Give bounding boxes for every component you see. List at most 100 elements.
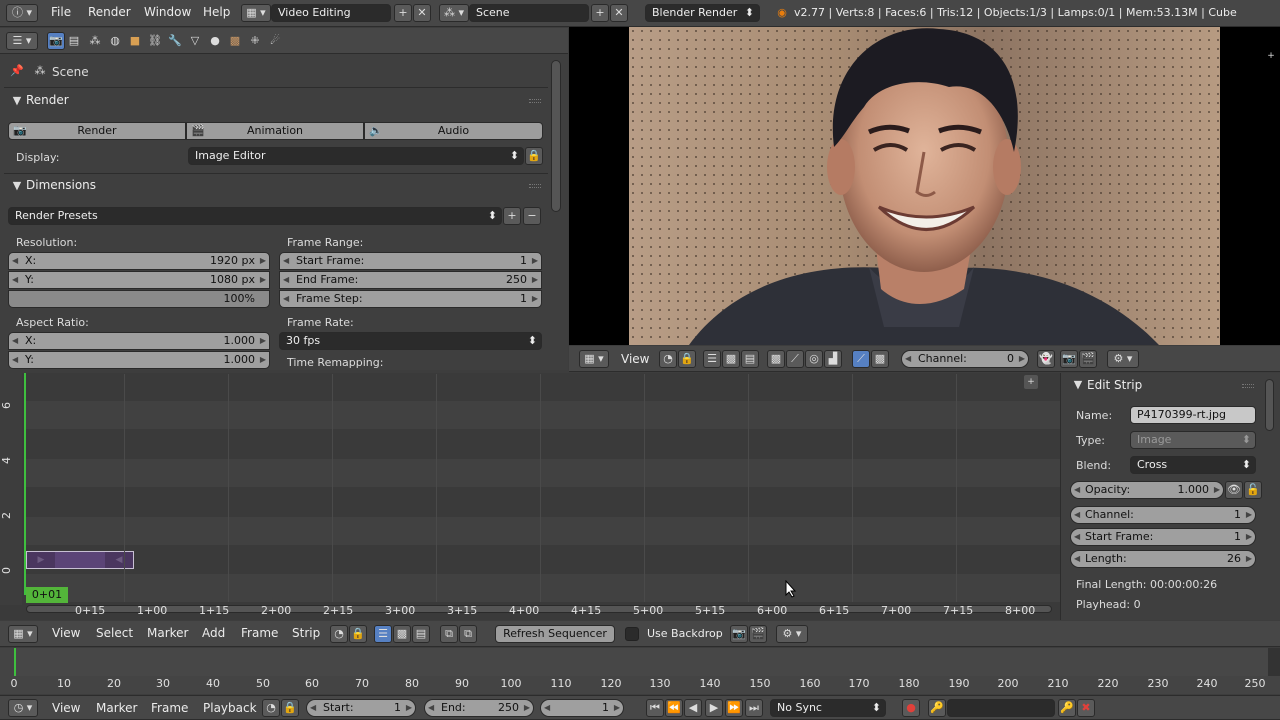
tl-menu-frame[interactable]: Frame — [151, 701, 188, 715]
modifiers-tab-icon[interactable]: 🔧 — [168, 34, 182, 48]
pin-icon[interactable]: 📌 — [10, 64, 24, 78]
record-icon[interactable]: ● — [902, 699, 920, 717]
decrement-arrow-icon[interactable]: ◀ — [310, 700, 316, 716]
next-keyframe-icon[interactable]: ⏩ — [725, 699, 743, 717]
jump-end-icon[interactable]: ⏭ — [745, 699, 763, 717]
sync-dropdown[interactable]: No Sync ⬍ — [770, 699, 886, 717]
decrement-arrow-icon[interactable]: ◀ — [905, 351, 911, 367]
increment-arrow-icon[interactable]: ▶ — [260, 352, 266, 368]
refresh-sequencer-button[interactable]: Refresh Sequencer — [495, 625, 615, 643]
strip-name-input[interactable]: P4170399-rt.jpg — [1130, 406, 1256, 424]
preview-channel-field[interactable]: ◀ Channel: 0 ▶ — [901, 350, 1029, 368]
timeline-playhead[interactable] — [14, 648, 16, 676]
seq-menu-marker[interactable]: Marker — [147, 626, 188, 640]
material-tab-icon[interactable]: ● — [208, 34, 222, 48]
render-layers-tab-icon[interactable]: ▤ — [67, 34, 81, 48]
mute-eye-icon[interactable]: 👁 — [1225, 481, 1243, 499]
image-strip[interactable]: ▶ ◀ — [26, 551, 134, 569]
increment-arrow-icon[interactable]: ▶ — [532, 291, 538, 307]
use-backdrop-checkbox[interactable] — [625, 627, 639, 641]
menu-window[interactable]: Window — [144, 5, 191, 19]
increment-arrow-icon[interactable]: ▶ — [1246, 551, 1252, 567]
object-tab-icon[interactable]: ■ — [128, 34, 142, 48]
preview-view-menu[interactable]: View — [621, 352, 649, 366]
increment-arrow-icon[interactable]: ▶ — [614, 700, 620, 716]
increment-arrow-icon[interactable]: ▶ — [1246, 529, 1252, 545]
screen-layout-icon[interactable]: ▦ ▾ — [241, 4, 271, 22]
current-frame-field[interactable]: ◀ 1 ▶ — [540, 699, 624, 717]
world-tab-icon[interactable]: ◍ — [108, 34, 122, 48]
ghost-icon[interactable]: 👻 — [1037, 350, 1055, 368]
panel-grip-icon[interactable] — [529, 99, 541, 103]
play-icon[interactable]: ▶ — [705, 699, 723, 717]
decrement-arrow-icon[interactable]: ◀ — [544, 700, 550, 716]
checker-icon[interactable]: ▩ — [767, 350, 785, 368]
decrement-arrow-icon[interactable]: ◀ — [12, 272, 18, 288]
data-tab-icon[interactable]: ▽ — [188, 34, 202, 48]
resolution-percent-slider[interactable]: 100% — [8, 290, 270, 308]
tl-menu-playback[interactable]: Playback — [203, 701, 257, 715]
render-still-icon[interactable]: 📷 — [1060, 350, 1078, 368]
menu-help[interactable]: Help — [203, 5, 230, 19]
seq-menu-select[interactable]: Select — [96, 626, 133, 640]
decrement-arrow-icon[interactable]: ◀ — [1074, 482, 1080, 498]
increment-arrow-icon[interactable]: ▶ — [532, 253, 538, 269]
editor-type-icon[interactable]: ▦ ▾ — [8, 625, 38, 643]
collapse-edit-strip-icon[interactable]: ▼ — [1071, 378, 1085, 392]
audio-button[interactable]: 🔈 Audio — [364, 122, 543, 140]
preview-mode-icon[interactable]: ▩ — [393, 625, 411, 643]
remove-preset-icon[interactable]: − — [523, 207, 541, 225]
remove-screen-icon[interactable]: ✕ — [413, 4, 431, 22]
physics-tab-icon[interactable]: ☄ — [268, 34, 282, 48]
preview-view-icon[interactable]: ▩ — [722, 350, 740, 368]
increment-arrow-icon[interactable]: ▶ — [1214, 482, 1220, 498]
sequencer-mode-icon[interactable]: ☰ — [374, 625, 392, 643]
menu-file[interactable]: File — [51, 5, 71, 19]
seq-menu-view[interactable]: View — [52, 626, 80, 640]
render-engine-dropdown[interactable]: Blender Render ⬍ — [645, 4, 760, 22]
decrement-arrow-icon[interactable]: ◀ — [12, 352, 18, 368]
constraints-tab-icon[interactable]: ⛓ — [148, 34, 162, 48]
aspect-y-field[interactable]: ◀ Y: 1.000 ▶ — [8, 351, 270, 369]
decrement-arrow-icon[interactable]: ◀ — [1074, 529, 1080, 545]
keying-set-icon[interactable]: 🔑 — [928, 699, 946, 717]
tl-menu-marker[interactable]: Marker — [96, 701, 137, 715]
lock-icon[interactable]: 🔒 — [281, 699, 299, 717]
collapse-dimensions-icon[interactable]: ▼ — [10, 179, 24, 193]
increment-arrow-icon[interactable]: ▶ — [532, 272, 538, 288]
resolution-y-field[interactable]: ◀ Y: 1080 px ▶ — [8, 271, 270, 289]
render-presets-dropdown[interactable]: Render Presets ⬍ — [8, 207, 502, 225]
increment-arrow-icon[interactable]: ▶ — [260, 253, 266, 269]
jump-start-icon[interactable]: ⏮ — [646, 699, 664, 717]
lock-strip-icon[interactable]: 🔓 — [1244, 481, 1262, 499]
tl-menu-view[interactable]: View — [52, 701, 80, 715]
increment-arrow-icon[interactable]: ▶ — [406, 700, 412, 716]
decrement-arrow-icon[interactable]: ◀ — [1074, 551, 1080, 567]
panel-grip-icon[interactable] — [529, 184, 541, 188]
add-screen-icon[interactable]: + — [394, 4, 412, 22]
animation-button[interactable]: 🎬 Animation — [186, 122, 364, 140]
frame-rate-dropdown[interactable]: 30 fps ⬍ — [279, 332, 542, 350]
delete-keyframe-icon[interactable]: ✖ — [1077, 699, 1095, 717]
current-frame-indicator[interactable]: 0+01 — [26, 587, 68, 603]
decrement-arrow-icon[interactable]: ◀ — [283, 291, 289, 307]
decrement-arrow-icon[interactable]: ◀ — [12, 333, 18, 349]
editor-type-icon[interactable]: ▦ ▾ — [579, 350, 609, 368]
scene-field[interactable]: Scene — [469, 4, 589, 22]
render-still-icon[interactable]: 📷 — [730, 625, 748, 643]
add-scene-icon[interactable]: + — [591, 4, 609, 22]
texture-tab-icon[interactable]: ▩ — [228, 34, 242, 48]
lock-icon[interactable]: 🔒 — [349, 625, 367, 643]
increment-arrow-icon[interactable]: ▶ — [1246, 507, 1252, 523]
blend-dropdown[interactable]: Cross ⬍ — [1130, 456, 1256, 474]
frame-step-field[interactable]: ◀ Frame Step: 1 ▶ — [279, 290, 542, 308]
start-frame-field[interactable]: ◀ Start Frame: 1 ▶ — [279, 252, 542, 270]
resolution-x-field[interactable]: ◀ X: 1920 px ▶ — [8, 252, 270, 270]
menu-render[interactable]: Render — [88, 5, 131, 19]
vectorscope-icon[interactable]: ◎ — [805, 350, 823, 368]
overlay-options-icon[interactable]: ⚙ ▾ — [1107, 350, 1139, 368]
seq-menu-strip[interactable]: Strip — [292, 626, 320, 640]
view-type-icon[interactable]: ◔ — [659, 350, 677, 368]
insert-keyframe-icon[interactable]: 🔑 — [1058, 699, 1076, 717]
strip-channel-field[interactable]: ◀ Channel: 1 ▶ — [1070, 506, 1256, 524]
